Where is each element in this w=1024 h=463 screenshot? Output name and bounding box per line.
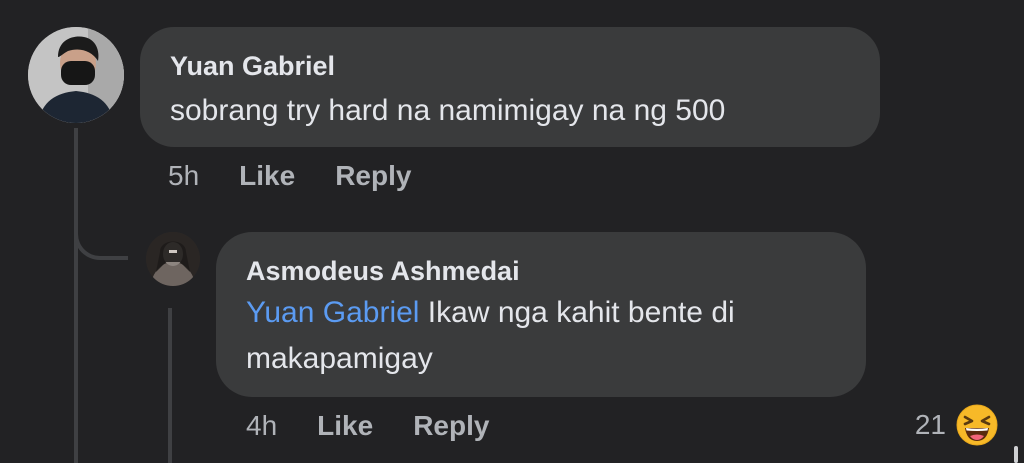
profile-photo-icon bbox=[28, 27, 124, 123]
thread-connector-line bbox=[74, 128, 78, 463]
reply-button[interactable]: Reply bbox=[413, 410, 489, 442]
haha-emoji-icon bbox=[956, 404, 998, 446]
like-button[interactable]: Like bbox=[317, 410, 373, 442]
reply-timestamp[interactable]: 4h bbox=[246, 410, 277, 442]
comment-author-name[interactable]: Yuan Gabriel bbox=[170, 49, 850, 83]
comment-text: sobrang try hard na namimigay na ng 500 bbox=[170, 94, 726, 127]
avatar[interactable] bbox=[28, 27, 124, 123]
comment-bubble: Yuan Gabriel sobrang try hard na namimig… bbox=[140, 27, 880, 147]
comment-timestamp[interactable]: 5h bbox=[168, 160, 199, 192]
reaction-count: 21 bbox=[914, 409, 946, 440]
reply-button[interactable]: Reply bbox=[335, 160, 411, 192]
reply-text-line1: Ikaw nga kahit bente di bbox=[427, 296, 735, 329]
scrollbar[interactable] bbox=[1014, 446, 1018, 463]
reply-thread-line bbox=[168, 308, 172, 463]
reply-actions: 4h Like Reply bbox=[246, 410, 529, 442]
comment-actions: 5h Like Reply bbox=[168, 160, 451, 192]
mention-link[interactable]: Yuan Gabriel bbox=[246, 296, 419, 329]
like-button[interactable]: Like bbox=[239, 160, 295, 192]
reply-bubble: Asmodeus Ashmedai Yuan Gabriel Ikaw nga … bbox=[216, 232, 866, 397]
comment-thread: Yuan Gabriel sobrang try hard na namimig… bbox=[0, 0, 1024, 463]
reply-avatar[interactable] bbox=[146, 232, 200, 286]
reply-connector-curve bbox=[74, 222, 128, 260]
reply-author-name[interactable]: Asmodeus Ashmedai bbox=[246, 254, 836, 288]
profile-photo-icon bbox=[146, 232, 200, 286]
reply-text-line2: makapamigay bbox=[246, 342, 433, 375]
reply-text: Yuan Gabriel Ikaw nga kahit bente di mak… bbox=[246, 290, 836, 382]
reaction-summary[interactable]: 21 bbox=[915, 404, 998, 446]
